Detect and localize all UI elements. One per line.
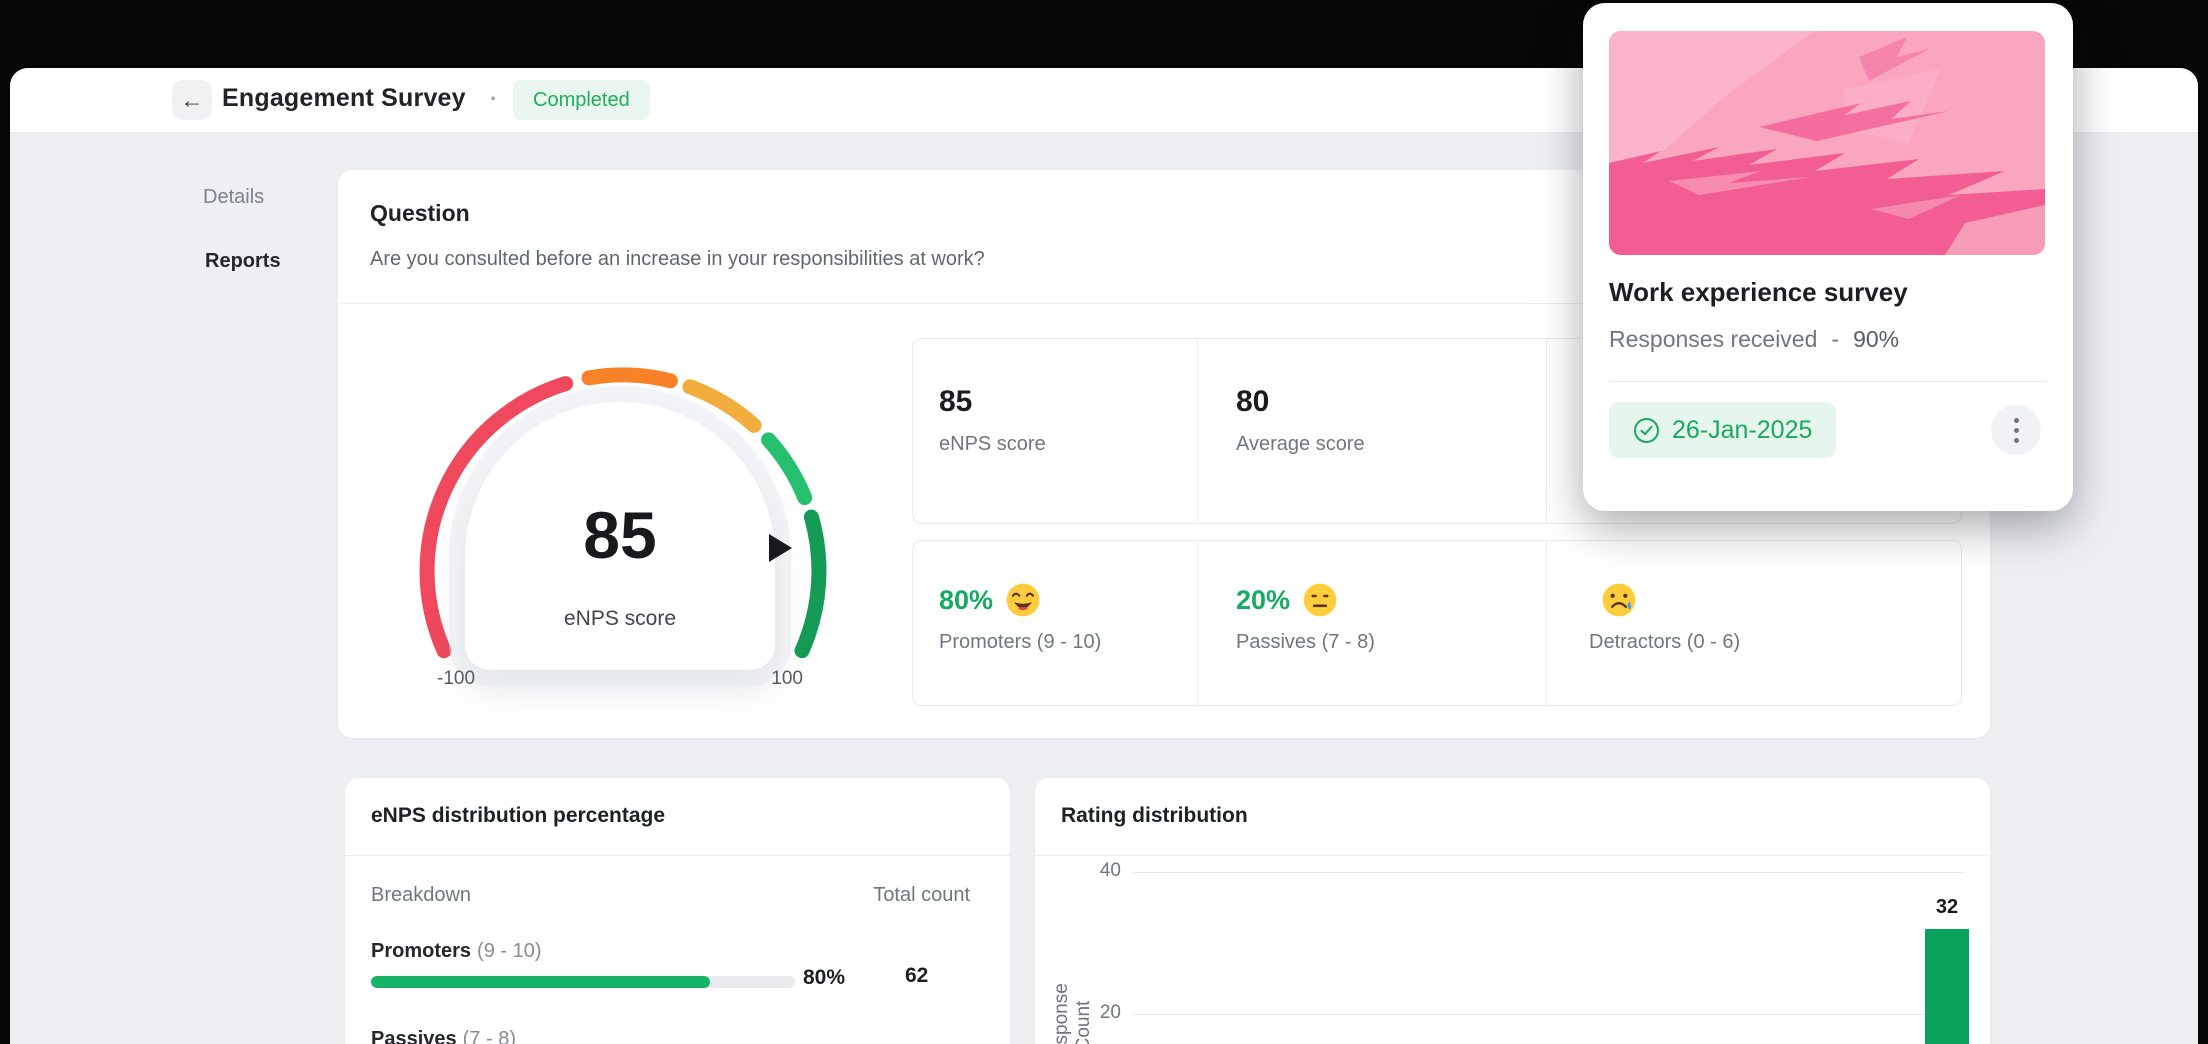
enps-distribution-card: eNPS distribution percentage Breakdown T…	[345, 778, 1010, 1044]
breakdown-column-header: Breakdown	[371, 884, 471, 907]
distribution-card-title: eNPS distribution percentage	[371, 804, 665, 828]
gridline-20	[1133, 1014, 1965, 1015]
detractors-label: Detractors (0 - 6)	[1589, 631, 1961, 654]
responses-separator: -	[1831, 326, 1839, 353]
survey-menu-button[interactable]	[1991, 405, 2041, 455]
work-experience-survey-card[interactable]: Work experience survey Responses receive…	[1583, 3, 2073, 511]
neutral-face-emoji	[1302, 582, 1338, 618]
detractors-stat: Detractors (0 - 6)	[1547, 541, 1961, 705]
gridline-40	[1133, 872, 1965, 873]
rating-bar-value: 32	[1919, 896, 1975, 919]
gauge-min-label: -100	[437, 668, 475, 690]
divider	[1609, 381, 2047, 382]
survey-date-chip: 26-Jan-2025	[1609, 402, 1836, 458]
promoters-progress-fill	[371, 976, 710, 988]
responses-received-row: Responses received - 90%	[1609, 326, 1899, 353]
rating-bar	[1925, 929, 1969, 1044]
stat-value: 80	[1236, 385, 1546, 419]
arrow-left-icon: ←	[181, 87, 204, 114]
screen: ← Engagement Survey · Completed Details …	[0, 0, 2208, 1044]
passives-stat: 20% Passives (7 - 8)	[1198, 541, 1547, 705]
gauge-label: eNPS score	[465, 607, 775, 631]
page-title: Engagement Survey	[222, 84, 466, 113]
promoters-row-label: Promoters (9 - 10)	[371, 940, 542, 963]
promoters-stat: 80% Promoters (9 - 10)	[913, 541, 1198, 705]
promoters-label: Promoters (9 - 10)	[939, 631, 1197, 654]
nps-breakdown-card: 80% Promoters (9 - 10)	[912, 540, 1962, 706]
gauge-value: 85	[465, 497, 775, 573]
title-separator-dot: ·	[490, 86, 497, 112]
passives-percent: 20%	[1236, 585, 1290, 616]
stat-label: eNPS score	[939, 433, 1197, 456]
sidebar-item-reports[interactable]: Reports	[205, 250, 281, 273]
stat-label: Average score	[1236, 433, 1546, 456]
question-card-title: Question	[370, 200, 470, 227]
grinning-face-emoji	[1005, 582, 1041, 618]
divider	[345, 855, 1010, 856]
survey-cover-image	[1609, 31, 2045, 255]
row-range: (9 - 10)	[477, 940, 541, 962]
sidebar-item-details[interactable]: Details	[203, 186, 264, 209]
responses-value: 90%	[1853, 326, 1899, 353]
y-axis-tick-40: 40	[1071, 860, 1121, 882]
rating-card-title: Rating distribution	[1061, 804, 1248, 828]
question-text: Are you consulted before an increase in …	[370, 248, 985, 271]
promoters-row-percent: 80%	[803, 966, 845, 990]
promoters-progress-track	[371, 976, 795, 988]
survey-card-title: Work experience survey	[1609, 277, 1908, 308]
average-score-stat: 80 Average score	[1198, 339, 1547, 523]
passives-row-label: Passives (7 - 8)	[371, 1028, 516, 1044]
check-circle-icon	[1633, 417, 1660, 444]
row-label: Passives	[371, 1028, 457, 1044]
gauge-pointer-icon	[769, 534, 792, 562]
enps-score-stat: 85 eNPS score	[913, 339, 1198, 523]
crying-face-emoji	[1601, 582, 1637, 618]
back-button[interactable]: ←	[172, 80, 212, 120]
y-axis-label: Response Count	[1051, 956, 1095, 1044]
status-badge: Completed	[513, 80, 650, 120]
stat-value: 85	[939, 385, 1197, 419]
responses-label: Responses received	[1609, 326, 1817, 353]
divider	[1035, 855, 1990, 856]
kebab-menu-icon	[2014, 418, 2019, 423]
total-count-column-header: Total count	[873, 884, 970, 907]
passives-label: Passives (7 - 8)	[1236, 631, 1546, 654]
row-range: (7 - 8)	[463, 1028, 516, 1044]
rating-distribution-card: Rating distribution 40 20 Response Count…	[1035, 778, 1990, 1044]
promoters-row-count: 62	[905, 964, 928, 988]
enps-gauge: 85 eNPS score -100 100	[413, 366, 833, 700]
survey-date: 26-Jan-2025	[1672, 416, 1812, 445]
promoters-percent: 80%	[939, 585, 993, 616]
gauge-max-label: 100	[771, 668, 803, 690]
row-label: Promoters	[371, 940, 471, 962]
